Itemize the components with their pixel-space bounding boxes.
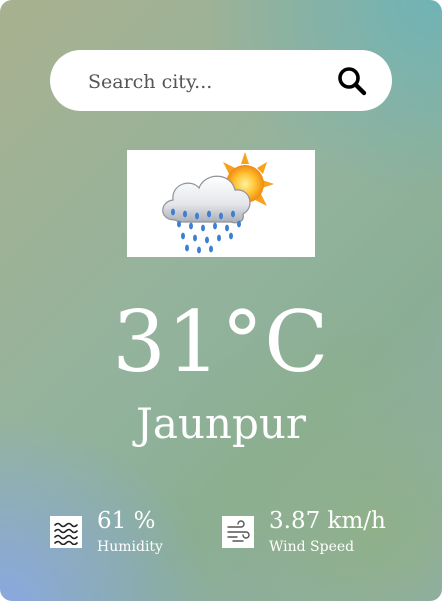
search-button[interactable] (332, 61, 372, 101)
search-bar (50, 50, 392, 111)
humidity-waves-icon (50, 516, 82, 548)
search-input[interactable] (86, 64, 320, 100)
temperature: 31°C (112, 293, 330, 391)
wind-value: 3.87 km/h (269, 508, 386, 534)
wind-label: Wind Speed (269, 539, 355, 555)
city-name: Jaunpur (136, 399, 306, 448)
search-icon (338, 67, 367, 96)
weather-image (127, 150, 315, 257)
rain-cloud-sun-icon (162, 152, 274, 254)
weather-card: 31°C Jaunpur 61 % Humidity 3.87 km/h Win… (0, 0, 442, 601)
wind-icon (222, 516, 254, 548)
humidity-label: Humidity (97, 539, 163, 555)
humidity-value: 61 % (97, 508, 156, 534)
